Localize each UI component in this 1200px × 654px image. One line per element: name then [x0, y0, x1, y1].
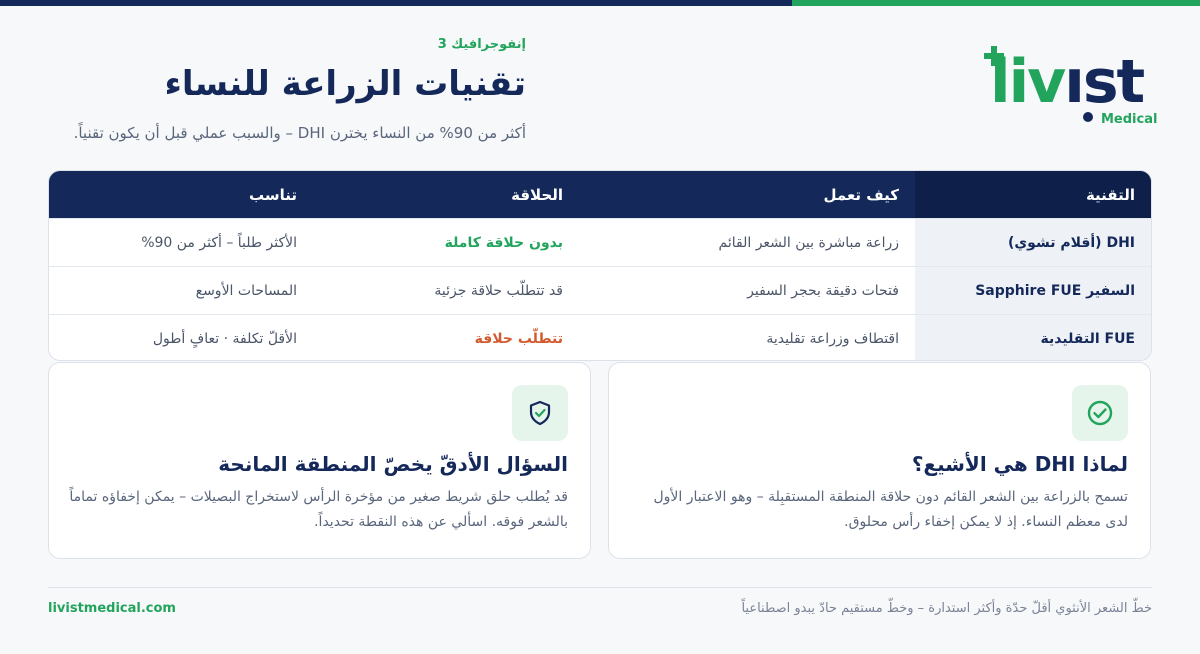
- page-subtitle: أكثر من 90% من النساء يخترن DHI – والسبب…: [73, 124, 526, 142]
- table-row: السفير Sapphire FUE فتحات دقيقة بحجر الس…: [49, 266, 1151, 314]
- technique-how: فتحات دقيقة بحجر السفير: [747, 282, 899, 299]
- brand-logo[interactable]: livıst Medical: [984, 44, 1158, 130]
- table-row: FUE التقليدية اقتطاف وزراعة تقليدية تتطل…: [49, 314, 1151, 360]
- logo-plus-horizontal: [984, 53, 1004, 59]
- card-title: السؤال الأدقّ يخصّ المنطقة المانحة: [218, 452, 568, 476]
- column-header-how: كيف تعمل: [823, 185, 899, 204]
- technique-shaving: بدون حلاقة كاملة: [444, 234, 563, 251]
- footer-website-link[interactable]: livistmedical.com: [48, 600, 176, 618]
- column-header-shaving: الحلاقة: [511, 185, 563, 204]
- technique-name: DHI (أقلام تشوي): [915, 219, 1151, 266]
- technique-how: اقتطاف وزراعة تقليدية: [766, 330, 899, 347]
- technique-name: السفير Sapphire FUE: [915, 267, 1151, 314]
- technique-name: FUE التقليدية: [915, 315, 1151, 360]
- column-header-fit: تناسب: [248, 185, 297, 204]
- technique-shaving: تتطلّب حلاقة: [474, 330, 563, 347]
- footer-note: خطّ الشعر الأنثوي أقلّ حدّة وأكثر استدار…: [741, 601, 1152, 616]
- eyebrow-label: إنفوجرافيك 3: [437, 37, 526, 52]
- logo-subtitle: Medical: [1101, 112, 1158, 127]
- column-header-technique: التقنية: [915, 171, 1151, 218]
- logo-dot: [1083, 112, 1093, 122]
- card-body: تسمح بالزراعة بين الشعر القائم دون حلاقة…: [653, 489, 1128, 530]
- technique-shaving: قد تتطلّب حلاقة جزئية: [434, 282, 563, 299]
- technique-fit: المساحات الأوسع: [195, 282, 297, 299]
- footer-divider: [48, 587, 1152, 588]
- page-header: إنفوجرافيك 3 تقنيات الزراعة للنساء أكثر …: [6, 36, 526, 144]
- page-title: تقنيات الزراعة للنساء: [164, 64, 526, 104]
- technique-fit: الأقلّ تكلفة · تعافٍ أطول: [152, 330, 297, 347]
- card-donor-question: السؤال الأدقّ يخصّ المنطقة المانحة قد يُ…: [48, 362, 591, 559]
- card-body: قد يُطلب حلق شريط صغير من مؤخرة الرأس لا…: [69, 489, 568, 530]
- top-accent-navy: [0, 0, 792, 6]
- check-circle-icon: [1072, 385, 1128, 441]
- technique-fit: الأكثر طلباً – أكثر من 90%: [141, 234, 297, 251]
- technique-how: زراعة مباشرة بين الشعر القائم: [718, 234, 899, 251]
- table-row: DHI (أقلام تشوي) زراعة مباشرة بين الشعر …: [49, 218, 1151, 266]
- techniques-table: التقنية كيف تعمل الحلاقة تناسب DHI (أقلا…: [48, 170, 1152, 361]
- top-accent-green: [792, 0, 1200, 6]
- logo-wordmark: livıst: [990, 47, 1145, 117]
- card-why-dhi: لماذا DHI هي الأشيع؟ تسمح بالزراعة بين ا…: [608, 362, 1151, 559]
- top-accent-bar: [0, 0, 1200, 6]
- shield-check-icon: [512, 385, 568, 441]
- table-header-row: التقنية كيف تعمل الحلاقة تناسب: [49, 171, 1151, 218]
- card-title: لماذا DHI هي الأشيع؟: [911, 452, 1128, 476]
